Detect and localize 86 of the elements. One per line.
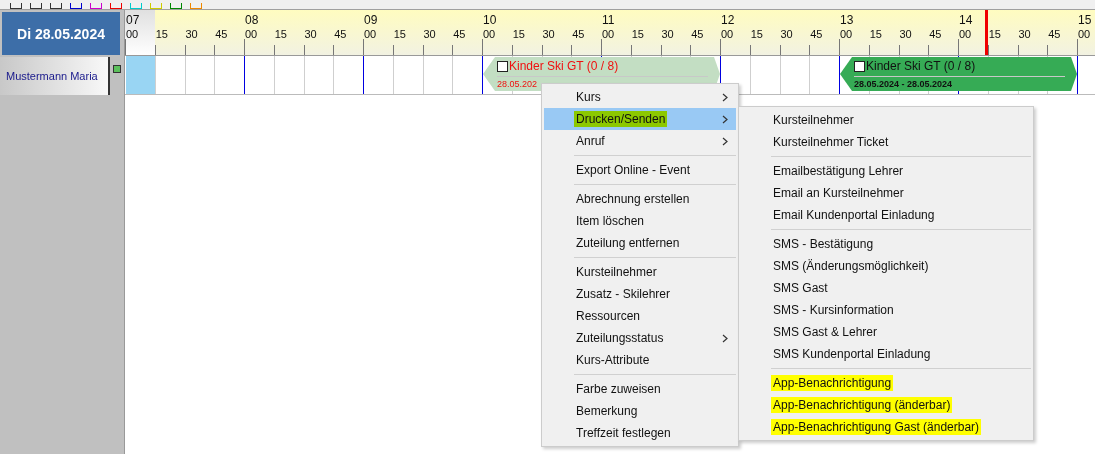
minute-label: 30 <box>899 28 912 40</box>
time-slot-highlight <box>126 56 155 94</box>
minute-label: 30 <box>1018 28 1031 40</box>
menu-item[interactable]: Kursteilnehmer Ticket <box>741 131 1031 153</box>
menu-item[interactable]: Kursteilnehmer <box>741 109 1031 131</box>
minute-label: 45 <box>1048 28 1061 40</box>
menu-item[interactable]: Kursteilnehmer <box>544 261 736 283</box>
minute-label: 45 <box>215 28 228 40</box>
menu-item[interactable]: Bemerkung <box>544 400 736 422</box>
minute-label: 00 <box>721 28 734 40</box>
minute-label: 15 <box>274 28 287 40</box>
menu-item[interactable]: SMS (Änderungsmöglichkeit) <box>741 255 1031 277</box>
minute-label: 30 <box>304 28 317 40</box>
minute-label: 15 <box>988 28 1001 40</box>
minute-label: 00 <box>126 28 139 40</box>
hour-label: 08 <box>245 13 259 27</box>
menu-item[interactable]: SMS Gast <box>741 277 1031 299</box>
toolbar-icon[interactable] <box>10 3 22 9</box>
event-title: Kinder Ski GT (0 / 8) <box>866 59 976 73</box>
minute-label: 00 <box>483 28 496 40</box>
event-checkbox[interactable] <box>497 60 508 72</box>
minute-label: 00 <box>602 28 615 40</box>
hour-label: 12 <box>721 13 735 27</box>
hour-label: 09 <box>364 13 378 27</box>
course-event[interactable]: Kinder Ski GT (0 / 8) 28.05.2024 - 28.05.2024 <box>840 57 1077 91</box>
menu-item[interactable]: Drucken/Senden <box>544 108 736 130</box>
menu-item[interactable]: Emailbestätigung Lehrer <box>741 160 1031 182</box>
resource-name[interactable]: Mustermann Maria <box>0 57 110 95</box>
hour-label: 07 <box>126 13 140 27</box>
toolbar-icon[interactable] <box>50 3 62 9</box>
hour-label: 13 <box>840 13 854 27</box>
minute-label: 45 <box>691 28 704 40</box>
menu-item[interactable]: Anruf <box>544 130 736 152</box>
minute-label: 30 <box>185 28 198 40</box>
first-slot-header-shade <box>125 10 155 55</box>
toolbar-icon[interactable] <box>30 3 42 9</box>
event-title: Kinder Ski GT (0 / 8) <box>509 59 619 73</box>
minute-label: 45 <box>453 28 466 40</box>
minute-label: 45 <box>810 28 823 40</box>
minute-label: 15 <box>869 28 882 40</box>
minute-label: 00 <box>959 28 972 40</box>
minute-label: 00 <box>364 28 377 40</box>
minute-label: 15 <box>393 28 406 40</box>
menu-item[interactable]: Export Online - Event <box>544 159 736 181</box>
menu-item[interactable]: Abrechnung erstellen <box>544 188 736 210</box>
menu-item[interactable]: App-Benachrichtigung (änderbar) <box>741 394 1031 416</box>
hour-label: 11 <box>602 13 615 27</box>
menu-item[interactable]: SMS - Kursinformation <box>741 299 1031 321</box>
minute-label: 00 <box>245 28 258 40</box>
menu-item[interactable]: Zuteilungsstatus <box>544 327 736 349</box>
menu-item[interactable]: Email Kundenportal Einladung <box>741 204 1031 226</box>
menu-item[interactable]: Ressourcen <box>544 305 736 327</box>
status-marker-icon <box>113 65 121 73</box>
minute-label: 00 <box>1078 28 1091 40</box>
toolbar-icon[interactable] <box>70 3 82 9</box>
date-header: Di 28.05.2024 <box>2 12 120 55</box>
menu-item[interactable]: SMS Kundenportal Einladung <box>741 343 1031 365</box>
event-dates: 28.05.2024 - 28.05.2024 <box>854 79 953 90</box>
hour-label: 10 <box>483 13 497 27</box>
menu-item[interactable]: Treffzeit festlegen <box>544 422 736 444</box>
menu-item[interactable]: Kurs-Attribute <box>544 349 736 371</box>
event-checkbox[interactable] <box>854 60 865 72</box>
minute-label: 45 <box>572 28 585 40</box>
minute-label: 15 <box>155 28 168 40</box>
minute-label: 30 <box>423 28 436 40</box>
event-dates: 28.05.202 <box>497 79 538 90</box>
current-time-line <box>984 10 988 55</box>
menu-item[interactable]: Farbe zuweisen <box>544 378 736 400</box>
hour-label: 15 <box>1078 13 1092 27</box>
menu-item[interactable]: Email an Kursteilnehmer <box>741 182 1031 204</box>
menu-item[interactable]: Zuteilung entfernen <box>544 232 736 254</box>
menu-item[interactable]: Zusatz - Skilehrer <box>544 283 736 305</box>
minute-label: 45 <box>929 28 942 40</box>
menu-item[interactable]: SMS Gast & Lehrer <box>741 321 1031 343</box>
menu-item[interactable]: App-Benachrichtigung <box>741 372 1031 394</box>
menu-item[interactable]: SMS - Bestätigung <box>741 233 1031 255</box>
minute-label: 30 <box>542 28 555 40</box>
minute-label: 15 <box>631 28 644 40</box>
hour-label: 14 <box>959 13 973 27</box>
menu-item[interactable]: Item löschen <box>544 210 736 232</box>
minute-label: 30 <box>661 28 674 40</box>
minute-label: 00 <box>840 28 853 40</box>
minute-label: 15 <box>750 28 763 40</box>
minute-label: 15 <box>512 28 525 40</box>
minute-label: 30 <box>780 28 793 40</box>
minute-label: 45 <box>334 28 347 40</box>
